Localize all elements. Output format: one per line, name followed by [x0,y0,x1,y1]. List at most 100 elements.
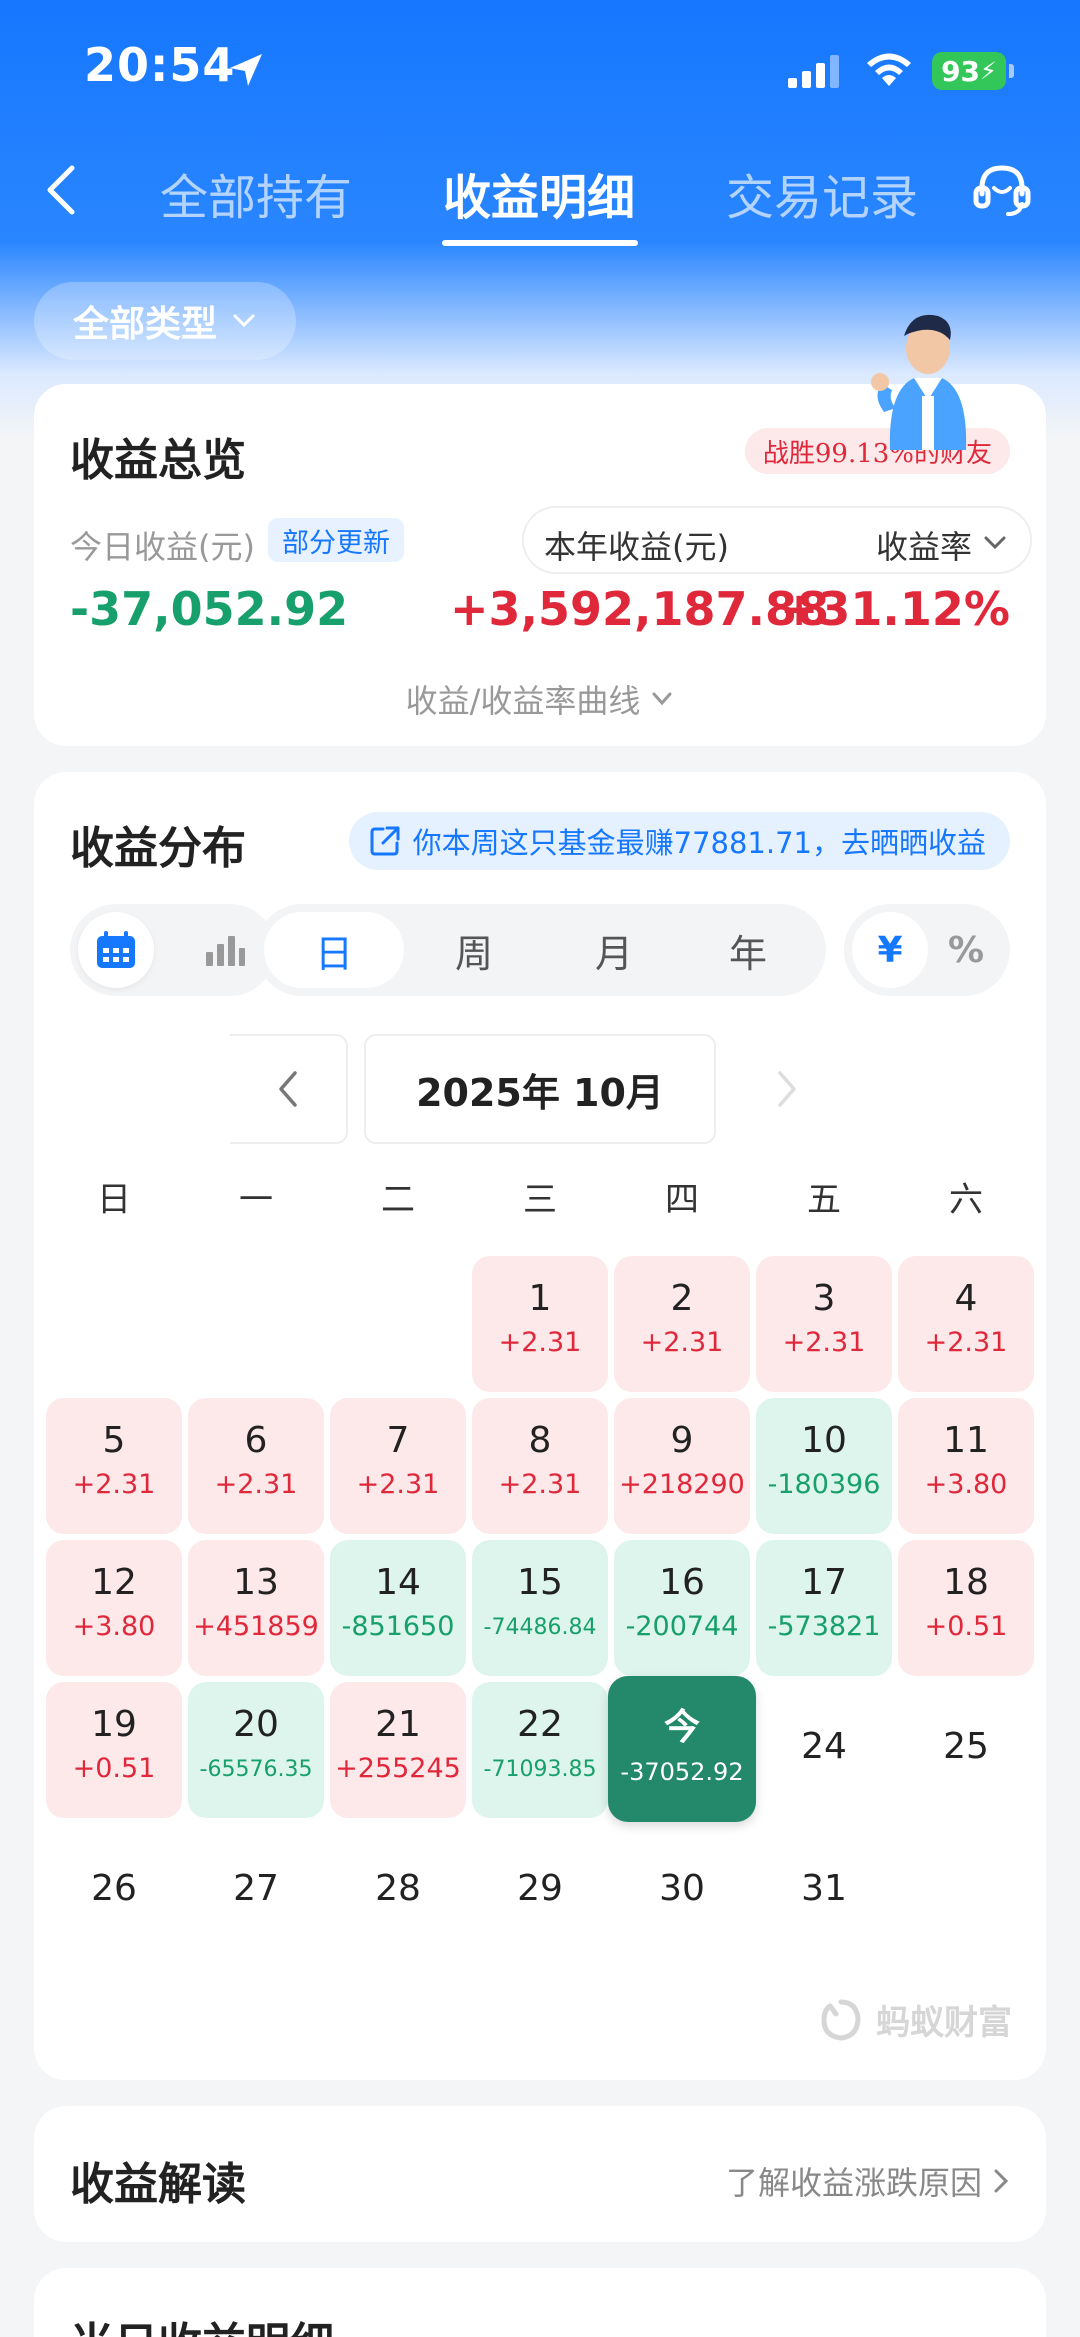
calendar-icon [97,931,135,968]
day-number: 30 [659,1868,705,1909]
day-income: +255245 [335,1753,461,1784]
share-promo-banner[interactable]: 你本周这只基金最赚77881.71，去晒晒收益 [348,812,1010,870]
calendar-day[interactable]: 5 +2.31 [46,1398,182,1534]
weekday-wed: 三 [523,1180,557,1220]
unit-percent-button[interactable]: % [928,912,1004,988]
calendar-day[interactable]: 10 -180396 [756,1398,892,1534]
day-number: 20 [233,1704,279,1745]
today-income-value: -37,052.92 [70,582,349,636]
day-income: +3.80 [72,1611,156,1642]
chevron-left-icon [279,1071,297,1107]
calendar-day[interactable]: 21 +255245 [330,1682,466,1818]
previous-month-button[interactable] [230,1034,348,1144]
calendar-day[interactable]: 30 [614,1824,750,1960]
day-income: +2.31 [498,1469,582,1500]
calendar-day[interactable]: 20 -65576.35 [188,1682,324,1818]
chevron-down-icon [233,314,255,328]
weekday-sun: 日 [97,1180,131,1220]
day-income: -71093.85 [483,1757,597,1782]
calendar-day[interactable]: 28 [330,1824,466,1960]
calendar-day[interactable]: 8 +2.31 [472,1398,608,1534]
weekday-sat: 六 [949,1180,983,1220]
back-arrow-icon[interactable] [38,160,88,220]
customer-service-icon[interactable] [970,158,1034,222]
day-income: +2.31 [782,1327,866,1358]
ant-fortune-logo-icon [821,1999,861,2041]
chevron-down-icon [652,692,672,706]
day-income: +2.31 [498,1327,582,1358]
period-day-button[interactable]: 日 [264,912,404,988]
day-income: -573821 [767,1611,881,1642]
day-number: 7 [386,1420,410,1461]
unit-yuan-button[interactable]: ¥ [852,912,928,988]
battery-tip [1009,64,1014,78]
day-number: 26 [91,1868,137,1909]
period-week-button[interactable]: 周 [404,912,544,988]
interpretation-title: 收益解读 [70,2159,246,2210]
day-number: 18 [943,1562,989,1603]
calendar-day[interactable]: 16 -200744 [614,1540,750,1676]
tab-transaction-records[interactable]: 交易记录 [726,158,918,228]
day-number: 17 [801,1562,847,1603]
day-number: 14 [375,1562,421,1603]
promo-text: 你本周这只基金最赚77881.71，去晒晒收益 [412,826,986,860]
income-curve-toggle[interactable]: 收益/收益率曲线 [34,676,1046,722]
distribution-title: 收益分布 [70,823,246,874]
calendar-day[interactable]: 17 -573821 [756,1540,892,1676]
day-number: 9 [670,1420,694,1461]
day-number: 25 [943,1726,989,1767]
calendar-day[interactable]: 29 [472,1824,608,1960]
period-toggle: 日 周 月 年 [256,904,826,996]
day-number: 10 [801,1420,847,1461]
calendar-day[interactable]: 4 +2.31 [898,1256,1034,1392]
calendar-day[interactable]: 24 [756,1682,892,1818]
calendar-day[interactable]: 19 +0.51 [46,1682,182,1818]
calendar-day[interactable]: 3 +2.31 [756,1256,892,1392]
type-filter-dropdown[interactable]: 全部类型 [34,282,296,360]
day-number: 29 [517,1868,563,1909]
tab-all-holdings[interactable]: 全部持有 [160,158,352,228]
year-income-value: +3,592,187.88 [450,582,830,636]
day-number: 19 [91,1704,137,1745]
return-rate-label: 收益率 [875,528,972,566]
day-number: 15 [517,1562,563,1603]
calendar-day[interactable]: 27 [188,1824,324,1960]
income-reason-link[interactable]: 了解收益涨跌原因 [726,2158,1010,2204]
status-time: 20:54 [84,38,236,92]
weekday-thu: 四 [665,1180,699,1220]
watermark-text: 蚂蚁财富 [876,2002,1012,2043]
curve-toggle-label: 收益/收益率曲线 [405,682,641,720]
period-year-button[interactable]: 年 [678,912,818,988]
unit-toggle: ¥ % [844,904,1010,996]
period-month-button[interactable]: 月 [544,912,684,988]
calendar-day[interactable]: 12 +3.80 [46,1540,182,1676]
calendar-day[interactable]: 18 +0.51 [898,1540,1034,1676]
next-month-button[interactable] [732,1034,842,1144]
calendar-day[interactable]: 11 +3.80 [898,1398,1034,1534]
bar-chart-icon [206,936,245,966]
bar-chart-view-button[interactable] [186,912,262,988]
calendar-day[interactable]: 13 +451859 [188,1540,324,1676]
day-number: 12 [91,1562,137,1603]
active-tab-indicator [442,240,638,246]
calendar-day[interactable]: 2 +2.31 [614,1256,750,1392]
calendar-day[interactable]: 22 -71093.85 [472,1682,608,1818]
year-income-selector[interactable]: 本年收益(元) 收益率 [522,506,1032,574]
income-reason-label: 了解收益涨跌原因 [725,2164,982,2202]
day-income: +2.31 [924,1327,1008,1358]
calendar-day[interactable]: 1 +2.31 [472,1256,608,1392]
calendar-day[interactable]: 9 +218290 [614,1398,750,1534]
day-income: -74486.84 [483,1615,597,1640]
tab-income-details[interactable]: 收益明细 [443,158,635,228]
calendar-day[interactable]: 15 -74486.84 [472,1540,608,1676]
day-number: 4 [954,1278,978,1319]
calendar-day[interactable]: 14 -851650 [330,1540,466,1676]
calendar-day-today[interactable]: 今 -37052.92 [608,1676,756,1822]
calendar-view-button[interactable] [78,912,154,988]
day-number: 31 [801,1868,847,1909]
calendar-day[interactable]: 31 [756,1824,892,1960]
calendar-day[interactable]: 26 [46,1824,182,1960]
calendar-day[interactable]: 6 +2.31 [188,1398,324,1534]
calendar-day[interactable]: 25 [898,1682,1034,1818]
calendar-day[interactable]: 7 +2.31 [330,1398,466,1534]
